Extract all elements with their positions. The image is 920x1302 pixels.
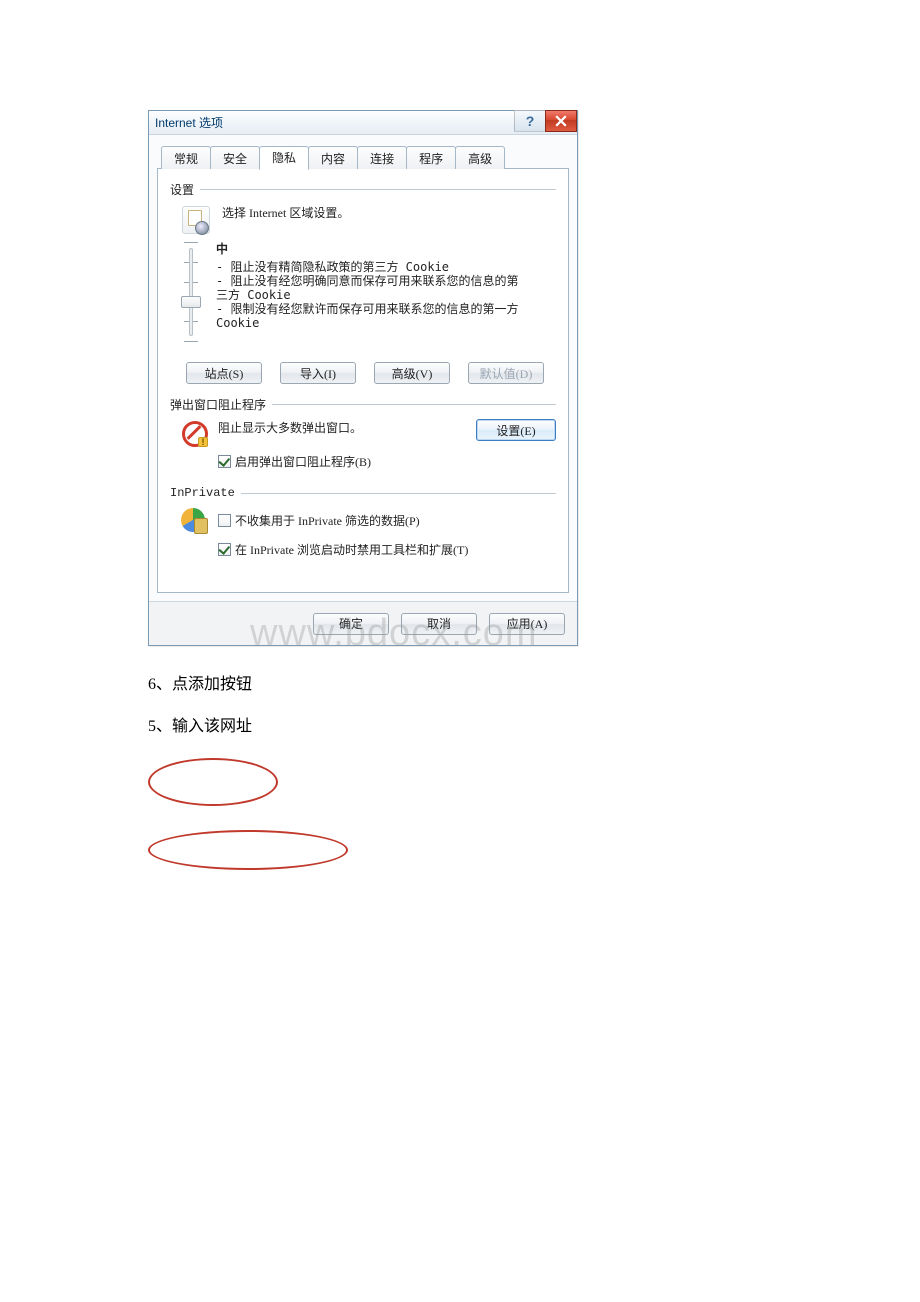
tab-connections[interactable]: 连接 [357, 146, 407, 169]
privacy-slider[interactable] [180, 242, 202, 342]
zone-icon [180, 204, 212, 236]
titlebar: Internet 选项 ? [149, 111, 577, 135]
inprivate-nodata-label: 不收集用于 InPrivate 筛选的数据(P) [235, 512, 420, 529]
internet-options-dialog: Internet 选项 ? 常规 安全 隐私 内容 连接 程序 高级 [148, 110, 578, 646]
inprivate-group: InPrivate 不收集用于 InPrivate 筛选的数据(P) [170, 486, 556, 564]
doc-step-6: 6、点添加按钮 [148, 670, 920, 694]
tab-content[interactable]: 内容 [308, 146, 358, 169]
apply-button[interactable]: 应用(A) [489, 613, 565, 635]
ok-button[interactable]: 确定 [313, 613, 389, 635]
popup-settings-button[interactable]: 设置(E) [476, 419, 556, 441]
close-icon [555, 115, 567, 127]
inprivate-nodata-checkbox[interactable] [218, 514, 231, 527]
advanced-button[interactable]: 高级(V) [374, 362, 450, 384]
slider-line-2: - 阻止没有经您明确同意而保存可用来联系您的信息的第三方 Cookie [216, 274, 526, 302]
slider-description: 中 - 阻止没有精简隐私政策的第三方 Cookie - 阻止没有经您明确同意而保… [216, 242, 526, 342]
inprivate-group-label: InPrivate [170, 486, 235, 500]
popup-enable-label: 启用弹出窗口阻止程序(B) [235, 453, 371, 470]
inprivate-disable-toolbars-checkbox[interactable] [218, 543, 231, 556]
dialog-body: 常规 安全 隐私 内容 连接 程序 高级 设置 选择 Internet [149, 135, 577, 601]
tab-privacy[interactable]: 隐私 [259, 146, 309, 170]
inprivate-disable-toolbars-label: 在 InPrivate 浏览启动时禁用工具栏和扩展(T) [235, 541, 468, 558]
popup-group-label: 弹出窗口阻止程序 [170, 396, 266, 413]
tab-programs[interactable]: 程序 [406, 146, 456, 169]
popup-group: 弹出窗口阻止程序 ! 阻止显示大多数弹出窗口。 启用弹出窗口阻止程序(B) [170, 396, 556, 476]
annotation-ellipse-2 [148, 830, 348, 870]
doc-step-5: 5、输入该网址 [148, 712, 920, 736]
popup-enable-checkbox[interactable] [218, 455, 231, 468]
annotation-ellipse-1 [148, 758, 278, 806]
popup-blocker-icon: ! [180, 419, 208, 447]
privacy-panel: 设置 选择 Internet 区域设置。 [157, 169, 569, 593]
help-button[interactable]: ? [514, 110, 546, 132]
sites-button[interactable]: 站点(S) [186, 362, 262, 384]
divider [272, 404, 556, 405]
slider-line-3: - 限制没有经您默许而保存可用来联系您的信息的第一方 Cookie [216, 302, 526, 330]
divider [200, 189, 556, 190]
tab-advanced[interactable]: 高级 [455, 146, 505, 169]
inprivate-icon [180, 506, 208, 534]
tab-bar: 常规 安全 隐私 内容 连接 程序 高级 [157, 145, 569, 169]
cancel-button[interactable]: 取消 [401, 613, 477, 635]
dialog-footer: 确定 取消 应用(A) [149, 601, 577, 645]
zone-text: 选择 Internet 区域设置。 [222, 204, 349, 222]
slider-line-1: - 阻止没有精简隐私政策的第三方 Cookie [216, 260, 526, 274]
import-button[interactable]: 导入(I) [280, 362, 356, 384]
settings-group: 设置 选择 Internet 区域设置。 [170, 181, 556, 384]
divider [241, 493, 556, 494]
tab-general[interactable]: 常规 [161, 146, 211, 169]
slider-level: 中 [216, 242, 526, 256]
popup-text: 阻止显示大多数弹出窗口。 [218, 419, 466, 437]
settings-group-label: 设置 [170, 181, 194, 198]
close-button[interactable] [545, 110, 577, 132]
dialog-title: Internet 选项 [155, 114, 223, 131]
tab-security[interactable]: 安全 [210, 146, 260, 169]
default-button[interactable]: 默认值(D) [468, 362, 544, 384]
